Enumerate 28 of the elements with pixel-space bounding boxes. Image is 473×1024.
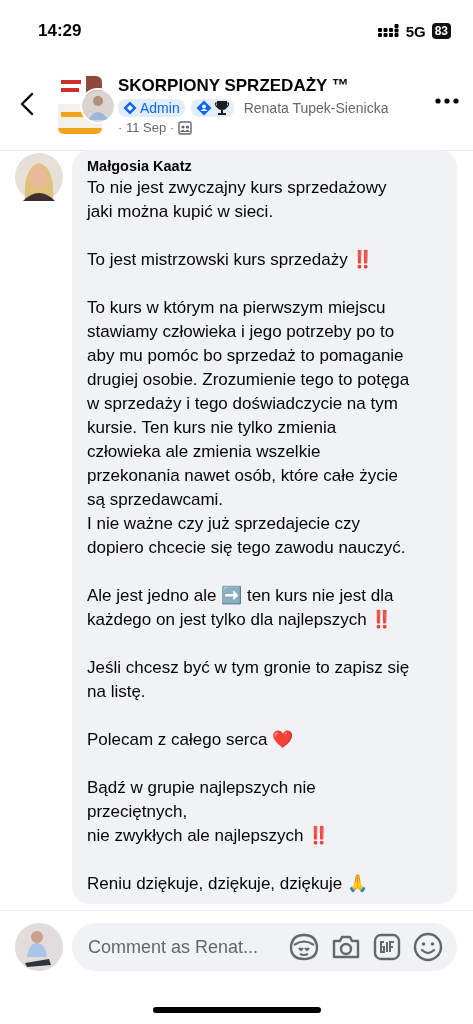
- battery-level: 83: [431, 23, 451, 39]
- commenter-name[interactable]: Małgosia Kaatz: [87, 158, 447, 174]
- post-date: · 11 Sep ·: [118, 120, 175, 135]
- avatar[interactable]: [15, 153, 63, 201]
- member-badges: [190, 99, 234, 117]
- comment-paragraph: Polecam z całego serca ❤: [87, 729, 295, 751]
- author-name[interactable]: Renata Tupek-Sienicka: [243, 100, 389, 116]
- comment-paragraph: Jeśli chcesz być w tym gronie to zapisz się na listę.: [87, 657, 411, 703]
- emoji-icon[interactable]: [413, 932, 443, 962]
- signal-icon: [377, 24, 400, 38]
- comment-field[interactable]: Comment as Renat...: [86, 935, 277, 959]
- comment-paragraph: Bądź w grupie najlepszych nie przeciętnych, nie zwykłych ale najlepszych ‼: [87, 777, 331, 847]
- gif-icon[interactable]: [373, 933, 401, 961]
- back-icon[interactable]: [20, 92, 34, 116]
- comment-paragraph: To kurs w którym na pierwszym miejscu stawiamy człowieka i jego potrzeby po to aby mu pomóc bo sprzedaż to pomaganie drugiej osobie. Zrozumienie tego to potęga w sprzedaży i tego doświadczycie na tym kursie. Ten kurs nie tylko zmienia człowieka ale zmienia wszelkie przekonania nawet osób, które całe życie są sprzedawcami. I nie ważne czy już sprzedajecie czy dopiero chcecie się tego zawodu nauczyć.: [87, 297, 411, 559]
- admin-badge: Admin: [118, 99, 185, 117]
- comment-paragraph: Reniu dziękuje, dziękuje, dziękuje 🙏: [87, 873, 369, 895]
- camera-icon[interactable]: [331, 934, 361, 960]
- more-icon[interactable]: [435, 98, 459, 104]
- status-time: 14:29: [38, 21, 82, 41]
- network-label: 5G: [405, 22, 426, 40]
- comment-paragraph: To nie jest zwyczajny kurs sprzedażowy jaki można kupić w sieci.: [87, 177, 388, 223]
- group-icon: [178, 120, 193, 135]
- avatar: [15, 923, 63, 971]
- comment-paragraph: To jest mistrzowski kurs sprzedaży ‼: [87, 249, 375, 271]
- comment-paragraph: Ale jest jedno ale ➡ ten kurs nie jest dla każdego on jest tylko dla najlepszych ‼: [87, 585, 395, 631]
- avatar-sticker-icon[interactable]: [289, 933, 319, 961]
- group-name[interactable]: SKORPIONY SPRZEDAŻY ™: [118, 76, 427, 96]
